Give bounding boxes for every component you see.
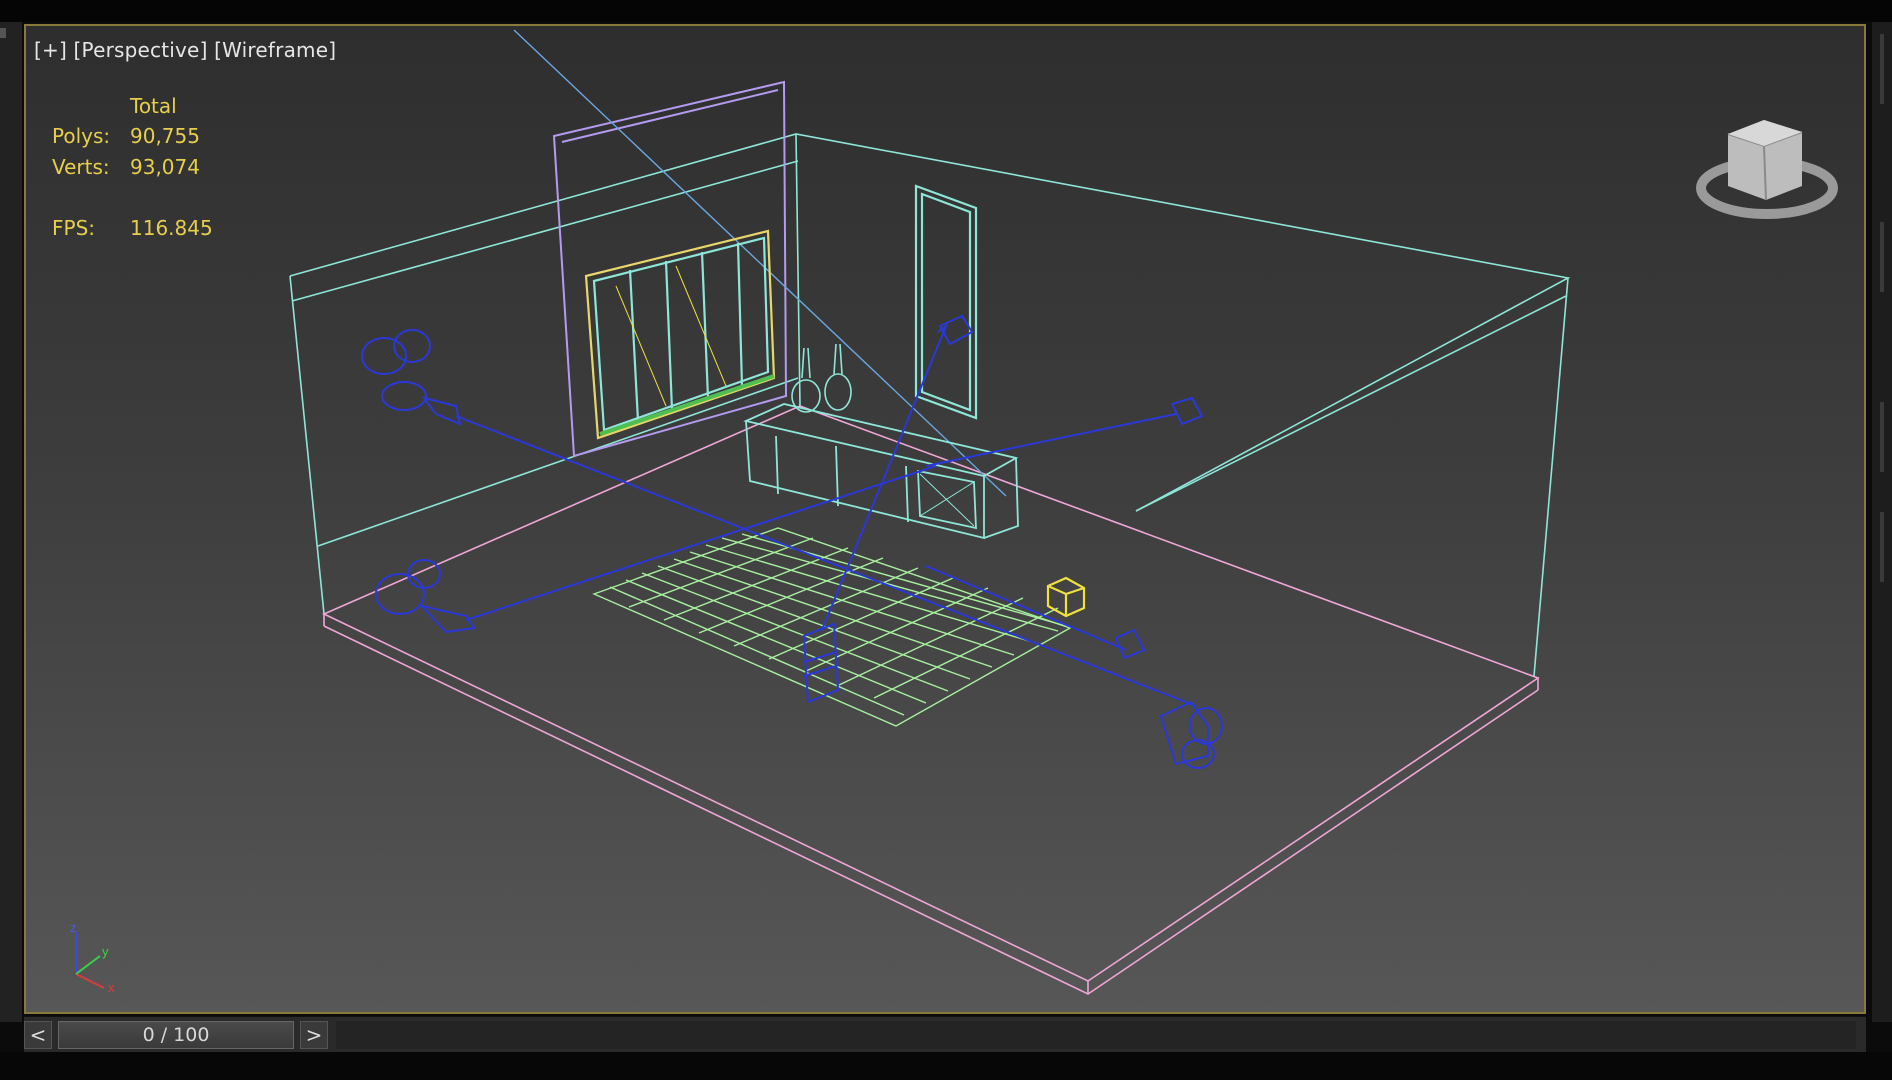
title-bar bbox=[0, 0, 1892, 22]
viewport-shading-menu[interactable]: [Wireframe] bbox=[214, 38, 336, 62]
viewport-view-menu[interactable]: [Perspective] bbox=[74, 38, 208, 62]
verts-value: 93,074 bbox=[130, 155, 200, 179]
mirror-frame[interactable] bbox=[914, 184, 978, 420]
left-toolbar-edge bbox=[0, 22, 22, 1022]
axis-tripod-icon: z y x bbox=[70, 920, 115, 995]
verts-label: Verts: bbox=[52, 155, 110, 179]
time-slider[interactable]: 0 / 100 bbox=[58, 1021, 294, 1049]
vases[interactable] bbox=[791, 343, 852, 413]
axis-label-z: z bbox=[70, 920, 77, 935]
door-frame[interactable] bbox=[552, 80, 788, 458]
axis-label-y: y bbox=[102, 944, 109, 959]
polys-label: Polys: bbox=[52, 124, 111, 148]
floor-slab[interactable] bbox=[322, 405, 1540, 995]
track-bar[interactable] bbox=[336, 1021, 1856, 1049]
previous-frame-button[interactable]: < bbox=[24, 1021, 52, 1049]
next-frame-button[interactable]: > bbox=[300, 1021, 328, 1049]
command-panel-edge bbox=[1872, 22, 1892, 1022]
rug-grid[interactable] bbox=[592, 527, 1072, 727]
scene-wireframe[interactable]: z y x bbox=[26, 26, 1866, 1014]
fps-value: 116.845 bbox=[130, 216, 213, 240]
scene-lights[interactable] bbox=[361, 314, 1223, 769]
time-slider-bar: < 0 / 100 > bbox=[24, 1016, 1866, 1053]
stats-header: Total bbox=[130, 94, 177, 118]
polys-value: 90,755 bbox=[130, 124, 200, 148]
viewcube-icon[interactable] bbox=[1692, 96, 1842, 236]
status-bar-edge bbox=[0, 1052, 1892, 1080]
viewport-label-menu[interactable]: [+] [Perspective] [Wireframe] bbox=[34, 38, 336, 62]
fps-label: FPS: bbox=[52, 216, 95, 240]
perspective-viewport[interactable]: z y x [+] [Perspective] [Wireframe] Tota… bbox=[24, 24, 1866, 1014]
camera-target-line bbox=[513, 29, 1007, 497]
axis-label-x: x bbox=[108, 980, 115, 995]
viewport-plus-menu[interactable]: [+] bbox=[34, 38, 67, 62]
